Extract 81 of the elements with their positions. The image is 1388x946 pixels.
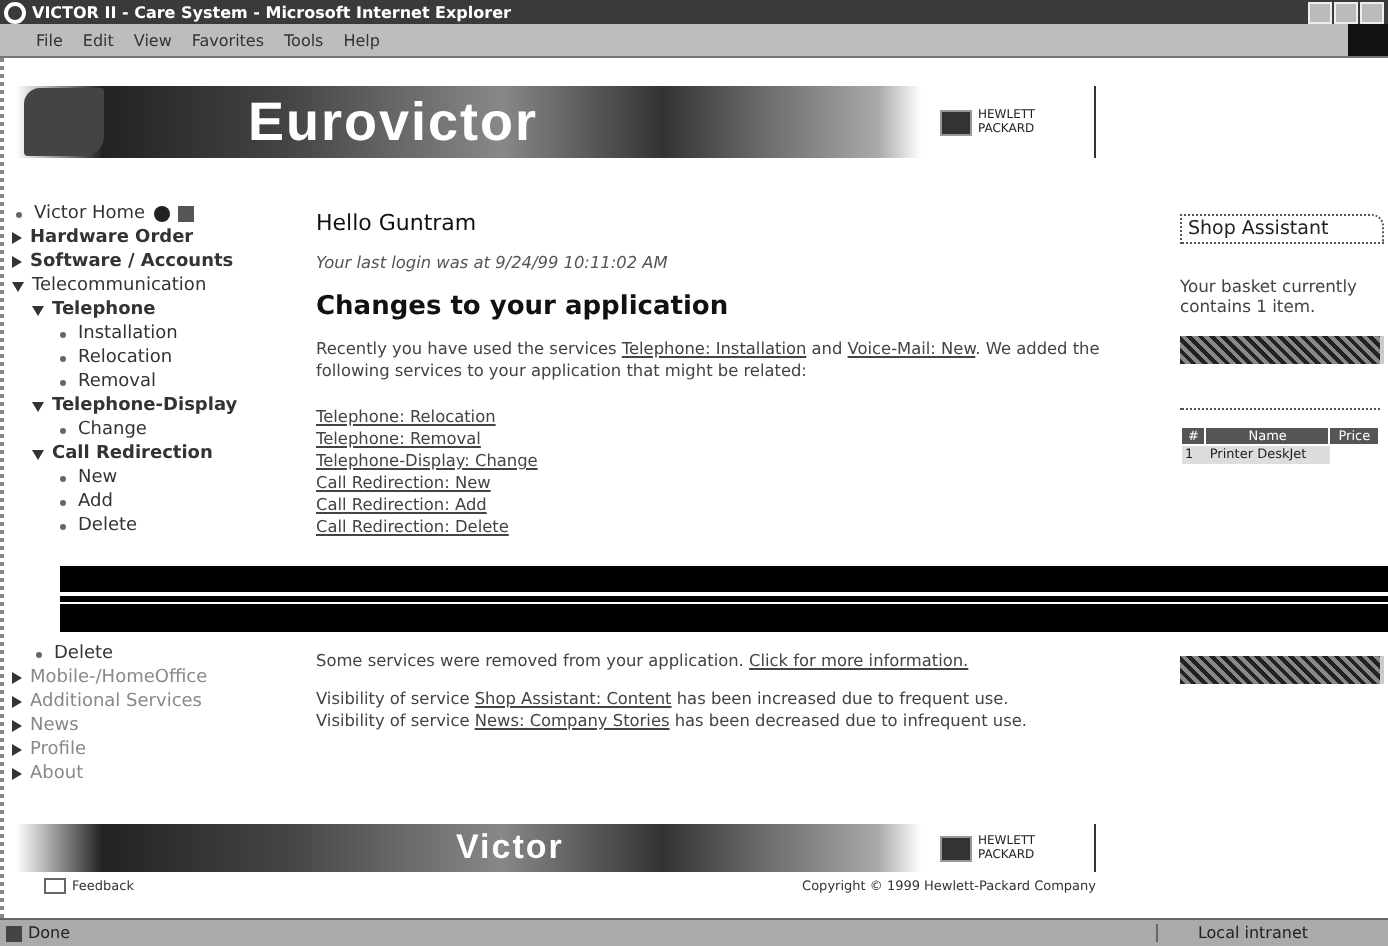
nav-link[interactable]: Hardware Order: [30, 228, 194, 248]
collapsed-arrow-icon[interactable]: [12, 232, 22, 244]
service-link[interactable]: Call Redirection: Add: [316, 494, 487, 516]
intro-paragraph: Recently you have used the services Telephone: Installation and Voice-Mail: New. We added the following services to your application that might be related:: [316, 338, 1102, 382]
service-link[interactable]: Telephone: Installation: [621, 338, 807, 358]
bullet-icon: [60, 499, 66, 505]
window-title: VICTOR II - Care System - Microsoft Internet Explorer: [32, 3, 511, 21]
basket-text: Your basket currently contains 1 item.: [1180, 276, 1359, 316]
service-link[interactable]: Voice-Mail: New: [847, 338, 976, 358]
menu-item[interactable]: Favorites: [191, 31, 265, 49]
page-icon: [6, 925, 22, 941]
nav-link[interactable]: Mobile-/HomeOffice: [30, 668, 208, 688]
nav-link[interactable]: Add: [78, 492, 113, 512]
minimize-button[interactable]: [1308, 1, 1332, 23]
removed-notice: Some services were removed from your application. Click for more information.: [316, 650, 971, 672]
bullet-icon: [60, 475, 66, 481]
nav-link[interactable]: News: [30, 716, 79, 736]
nav-link[interactable]: Delete: [78, 516, 138, 536]
bullet-icon: [60, 379, 66, 385]
collapsed-arrow-icon[interactable]: [12, 720, 22, 732]
expanded-arrow-icon[interactable]: [12, 281, 24, 291]
collapsed-arrow-icon[interactable]: [12, 768, 22, 780]
menu-item[interactable]: Help: [343, 31, 380, 49]
bullet-icon: [60, 523, 66, 529]
expanded-arrow-icon[interactable]: [32, 401, 44, 411]
collapsed-arrow-icon[interactable]: [12, 256, 22, 268]
close-button[interactable]: [1360, 1, 1384, 23]
site-logo: Victor: [456, 828, 564, 868]
service-link[interactable]: Call Redirection: Delete: [316, 516, 509, 538]
expanded-arrow-icon[interactable]: [32, 305, 44, 315]
nav-link[interactable]: Call Redirection: [52, 444, 213, 464]
collapsed-arrow-icon[interactable]: [12, 672, 22, 684]
service-link[interactable]: Telephone: Removal: [316, 428, 481, 450]
expanded-arrow-icon[interactable]: [32, 449, 44, 459]
security-zone: Local intranet: [1155, 924, 1308, 942]
service-link[interactable]: Call Redirection: New: [316, 472, 491, 494]
feedback-icon: [44, 878, 66, 894]
greeting-text: Hello Guntram: [316, 210, 479, 236]
service-link[interactable]: Telephone: Relocation: [316, 406, 496, 428]
bullet-icon: [60, 355, 66, 361]
bullet-icon: [36, 651, 42, 657]
bullet-icon: [16, 211, 22, 217]
nav-link[interactable]: Victor Home: [34, 204, 146, 224]
nav-link[interactable]: Telephone-Display: [52, 396, 238, 416]
nav-link[interactable]: Profile: [30, 740, 86, 760]
visibility-notice: Visibility of service Shop Assistant: Content has been increased due to frequent use.: [316, 688, 1011, 710]
hp-icon: [940, 109, 972, 135]
menu-item[interactable]: Edit: [82, 31, 114, 49]
status-text: Done: [28, 924, 71, 942]
hp-icon: [940, 835, 972, 861]
bullet-icon: [60, 427, 66, 433]
collapsed-arrow-icon[interactable]: [12, 696, 22, 708]
service-link[interactable]: Shop Assistant: Content: [474, 688, 672, 708]
section-heading: Changes to your application: [316, 292, 731, 322]
nav-link[interactable]: Removal: [78, 372, 157, 392]
bullet-icon: [60, 331, 66, 337]
nav-link[interactable]: Delete: [54, 644, 114, 664]
service-link[interactable]: News: Company Stories: [474, 710, 670, 730]
nav-link[interactable]: Change: [78, 420, 147, 440]
collapsed-arrow-icon[interactable]: [12, 744, 22, 756]
last-login-text: Your last login was at 9/24/99 10:11:02 AM: [316, 252, 670, 272]
service-link[interactable]: Click for more information.: [749, 650, 969, 670]
shop-assistant-header: Shop Assistant: [1180, 214, 1384, 244]
nav-link[interactable]: Relocation: [78, 348, 173, 368]
menu-item[interactable]: View: [133, 31, 172, 49]
nav-link[interactable]: Software / Accounts: [30, 252, 234, 272]
visibility-notice: Visibility of service News: Company Stories has been decreased due to infrequent use.: [316, 710, 1030, 732]
nav-link[interactable]: Telecommunication: [32, 276, 207, 296]
service-link[interactable]: Telephone-Display: Change: [316, 450, 538, 472]
menu-item[interactable]: Tools: [284, 31, 324, 49]
nav-link[interactable]: Additional Services: [30, 692, 202, 712]
menu-item[interactable]: File: [36, 31, 63, 49]
site-logo: Eurovictor: [248, 91, 539, 153]
nav-link[interactable]: Installation: [78, 324, 178, 344]
basket-button[interactable]: [1180, 656, 1384, 684]
nav-link[interactable]: Telephone: [52, 300, 156, 320]
basket-button[interactable]: [1180, 336, 1384, 364]
nav-link[interactable]: New: [78, 468, 118, 488]
maximize-button[interactable]: [1334, 1, 1358, 23]
nav-link[interactable]: About: [30, 764, 84, 784]
browser-icon: [4, 1, 26, 23]
